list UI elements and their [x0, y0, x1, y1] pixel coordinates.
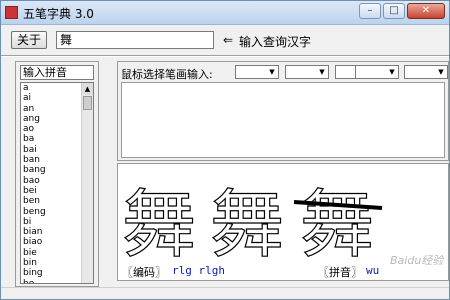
scroll-up-icon[interactable]: ▲: [82, 83, 93, 95]
title-bar: 五笔字典 3.0 – □ ✕: [1, 1, 449, 25]
stroke-panel: 鼠标选择笔画输入: ▼ ▼ ▼ ▼ ▼: [117, 61, 449, 161]
code-value: rlg rlgh: [172, 264, 225, 277]
left-arrow-icon: ⇐: [223, 33, 234, 47]
chevron-down-icon: ▼: [438, 68, 444, 76]
glyph-char: 舞: [300, 182, 374, 262]
stroke-select-label: 鼠标选择笔画输入:: [121, 68, 213, 81]
char-search-input[interactable]: 舞: [56, 31, 214, 49]
chevron-down-icon: ▼: [389, 68, 395, 76]
watermark-logo: Baidu经验: [390, 254, 444, 267]
toolbar-divider: [1, 55, 449, 57]
input-hint-label: 输入查询汉字: [239, 35, 312, 49]
glyph-display: 舞 舞 舞: [121, 181, 383, 262]
glyph-char: 舞: [122, 182, 196, 262]
code-label: 〖编码〗: [122, 266, 166, 279]
window-title: 五笔字典 3.0: [23, 7, 94, 21]
app-window: 五笔字典 3.0 – □ ✕ 关于 舞 ⇐ 输入查询汉字 输入拼音 a ai an a…: [0, 0, 450, 300]
glyph-outline-3: 舞: [293, 181, 383, 262]
pinyin-scrollbar[interactable]: ▲: [81, 83, 93, 283]
scroll-thumb[interactable]: [83, 96, 92, 110]
minimize-button[interactable]: –: [359, 3, 381, 19]
result-panel: 舞 舞 舞 〖编码〗 rlg rlgh 〖拼音〗 wu Baidu经验: [117, 163, 449, 281]
close-button[interactable]: ✕: [407, 3, 445, 19]
stroke-input-area[interactable]: [121, 82, 445, 158]
chevron-down-icon: ▼: [269, 68, 275, 76]
pinyin-panel: 输入拼音 a ai an ang ao ba bai ban bang bao bei ben beng…: [15, 61, 99, 287]
stroke-select-4[interactable]: ▼: [355, 65, 399, 79]
pinyin-input-label[interactable]: 输入拼音: [20, 65, 94, 80]
stroke-select-5[interactable]: ▼: [404, 65, 448, 79]
maximize-button[interactable]: □: [383, 3, 405, 19]
chevron-down-icon: ▼: [319, 68, 325, 76]
window-controls: – □ ✕: [359, 3, 445, 19]
stroke-select-1[interactable]: ▼: [235, 65, 279, 79]
about-button[interactable]: 关于: [11, 31, 47, 49]
glyph-outline-2: 舞: [209, 181, 284, 262]
pinyin-list[interactable]: a ai an ang ao ba bai ban bang bao bei ben beng bi bia…: [20, 82, 94, 284]
glyph-char: 舞: [210, 182, 284, 262]
status-bar: [1, 287, 449, 299]
stroke-select-2[interactable]: ▼: [285, 65, 329, 79]
pinyin-result-value: wu: [366, 264, 380, 277]
app-icon: [5, 6, 18, 19]
glyph-outline-1: 舞: [121, 181, 196, 262]
pinyin-result-label: 〖拼音〗: [318, 266, 362, 279]
